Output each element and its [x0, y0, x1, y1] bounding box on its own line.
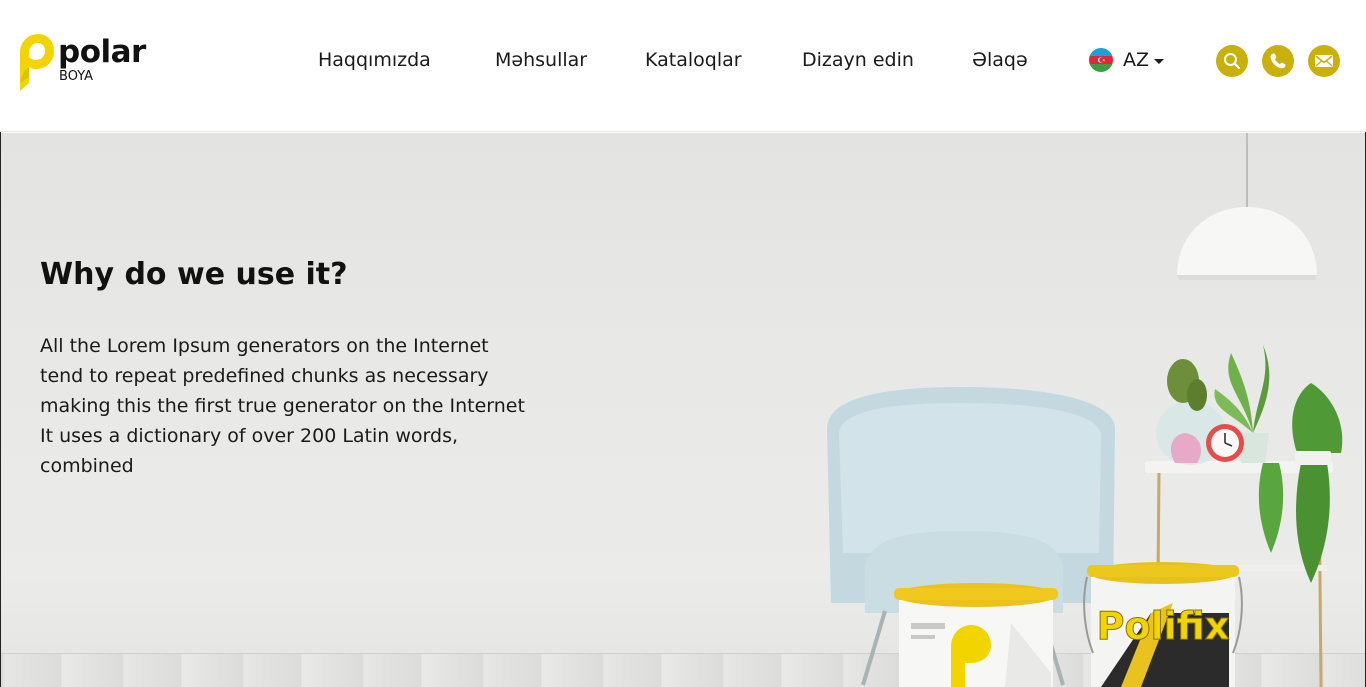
nav-item-about[interactable]: Haqqımızda [318, 46, 431, 74]
brand-logo[interactable]: polar BOYA [16, 33, 166, 91]
pendant-lamp-icon [1177, 133, 1317, 280]
search-button[interactable] [1216, 45, 1248, 77]
mail-icon [1315, 55, 1333, 67]
language-selector[interactable]: AZ [1089, 47, 1165, 73]
nav-item-catalogs[interactable]: Kataloqlar [645, 46, 742, 74]
nav-item-design[interactable]: Dizayn edin [802, 46, 914, 74]
nav-item-contact[interactable]: Əlaqə [972, 46, 1028, 74]
site-header: polar BOYA Haqqımızda Məhsullar Kataloql… [0, 0, 1366, 132]
polifix-bucket-icon: Polifix [1083, 562, 1243, 687]
product-label: Polifix [1097, 604, 1230, 648]
polar-logo-icon [20, 34, 54, 91]
chevron-down-icon [1154, 59, 1165, 64]
language-code: AZ [1123, 49, 1150, 71]
brand-sub: BOYA [59, 69, 94, 84]
nav-item-products[interactable]: Məhsullar [495, 46, 587, 74]
hero-title: Why do we use it? [40, 257, 348, 292]
mail-button[interactable] [1308, 45, 1340, 77]
hero-banner: Polifix Why do we use it? All the Lorem … [1, 133, 1365, 687]
phone-icon [1270, 53, 1286, 69]
brand-name: polar [58, 34, 146, 70]
search-icon [1224, 53, 1241, 70]
paint-bucket-icon [894, 583, 1058, 687]
phone-button[interactable] [1262, 45, 1294, 77]
azerbaijan-flag-icon [1089, 48, 1113, 72]
hero-text: All the Lorem Ipsum generators on the In… [40, 335, 525, 477]
